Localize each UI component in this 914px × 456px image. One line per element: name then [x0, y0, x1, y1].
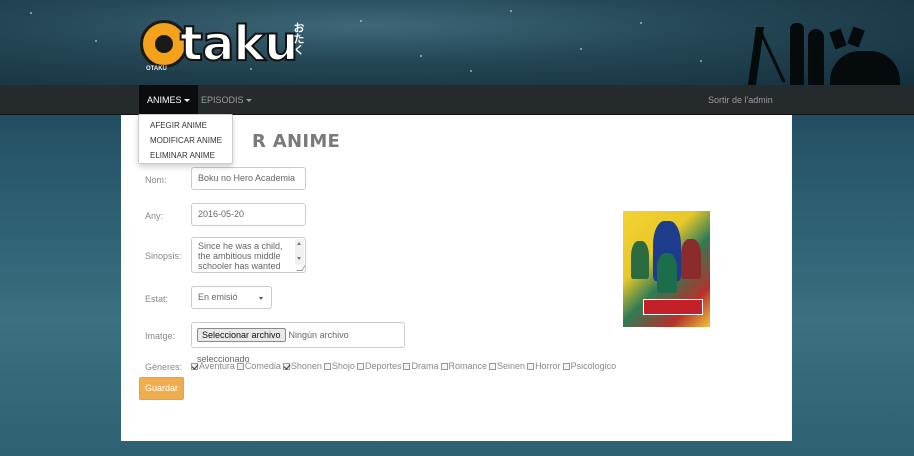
genre-checkbox-comedia[interactable]: Comedia	[236, 361, 281, 371]
genre-checkbox-shojo[interactable]: Shojo	[323, 361, 355, 371]
sinopsis-text: Since he was a child, the ambitious midd…	[198, 241, 283, 271]
animes-dropdown-menu: AFEGIR ANIME MODIFICAR ANIME ELIMINAR AN…	[138, 114, 233, 164]
genre-label: Horror	[535, 361, 561, 371]
menu-item-modificar-anime[interactable]: MODIFICAR ANIME	[139, 133, 232, 148]
genre-checkbox-seinen[interactable]: Seinen	[489, 361, 525, 371]
imatge-file-input[interactable]: Seleccionar archivo Ningún archivo selecc…	[191, 322, 405, 364]
checkbox-icon[interactable]	[562, 363, 570, 370]
checkbox-icon[interactable]	[191, 363, 198, 370]
checkbox-icon[interactable]	[356, 363, 364, 370]
nom-input[interactable]: Boku no Hero Academia	[191, 167, 306, 190]
genre-checkbox-deportes[interactable]: Deportes	[356, 361, 402, 371]
imatge-label: Imatge:	[145, 331, 176, 341]
logo-subtext: OTAKU	[146, 66, 167, 72]
sinopsis-label: Sinopsis:	[145, 251, 182, 261]
genre-checkbox-horror[interactable]: Horror	[527, 361, 561, 371]
genre-label: Comedia	[244, 361, 281, 371]
otaku-logo[interactable]: taku おたく OTAKU	[140, 15, 310, 74]
genre-label: Romance	[448, 361, 488, 371]
caret-down-icon	[183, 99, 190, 103]
nav-episodis-dropdown[interactable]: EPISODIS	[193, 85, 260, 115]
genre-checkbox-shonen[interactable]: Shonen	[282, 361, 322, 371]
logout-link[interactable]: Sortir de l'admin	[700, 85, 781, 115]
nav-animes-label: ANIMES	[147, 95, 182, 105]
select-file-button[interactable]: Seleccionar archivo	[197, 328, 286, 342]
estat-select[interactable]: En emisió	[191, 286, 272, 309]
genre-label: Seinen	[497, 361, 526, 371]
nom-label: Nom:	[145, 175, 167, 185]
scroll-up-icon[interactable]	[297, 242, 301, 245]
logo-kana: おたく	[292, 22, 304, 55]
any-date-input[interactable]: 2016-05-20	[191, 203, 306, 226]
page-title: R ANIME	[252, 131, 341, 152]
header-banner: taku おたく OTAKU	[0, 0, 914, 85]
menu-item-eliminar-anime[interactable]: ELIMINAR ANIME	[139, 148, 232, 163]
genres-checkbox-group: Aventura Comedia Shonen Shojo Deportes Drama R…	[191, 361, 618, 371]
genre-checkbox-drama[interactable]: Drama	[403, 361, 439, 371]
genre-checkbox-psicologico[interactable]: Psicologico	[562, 361, 617, 371]
checkbox-icon[interactable]	[440, 363, 448, 370]
menu-item-afegir-anime[interactable]: AFEGIR ANIME	[139, 118, 232, 133]
anime-poster-image	[623, 211, 710, 327]
checkbox-icon[interactable]	[323, 363, 331, 370]
any-label: Any:	[145, 211, 164, 221]
chevron-down-icon	[259, 297, 263, 300]
textarea-scrollbar[interactable]	[295, 239, 304, 265]
genre-label: Deportes	[364, 361, 402, 371]
genre-label: Psicologico	[570, 361, 617, 371]
sinopsis-textarea[interactable]: Since he was a child, the ambitious midd…	[191, 237, 306, 273]
checkbox-icon[interactable]	[403, 363, 411, 370]
genre-label: Shojo	[331, 361, 355, 371]
save-button[interactable]: Guardar	[139, 377, 184, 400]
estat-selected-value: En emisió	[198, 292, 238, 302]
genre-checkbox-romance[interactable]: Romance	[440, 361, 488, 371]
checkbox-icon[interactable]	[527, 363, 535, 370]
checkbox-icon[interactable]	[236, 363, 244, 370]
generes-label: Gèneres:	[145, 362, 183, 372]
genre-checkbox-aventura[interactable]: Aventura	[191, 361, 235, 371]
top-navbar: ANIMES EPISODIS Sortir de l'admin	[0, 85, 914, 115]
genre-label: Aventura	[199, 361, 235, 371]
checkbox-icon[interactable]	[489, 363, 497, 370]
estat-label: Estat:	[145, 294, 169, 304]
caret-down-icon	[245, 99, 252, 103]
nav-animes-dropdown[interactable]: ANIMES	[139, 85, 198, 115]
genre-label: Drama	[411, 361, 439, 371]
logo-text: taku	[179, 15, 299, 73]
nav-episodis-label: EPISODIS	[201, 95, 244, 105]
scroll-down-icon[interactable]	[297, 257, 301, 260]
checkbox-icon[interactable]	[282, 363, 290, 370]
genre-label: Shonen	[290, 361, 322, 371]
resize-handle-icon[interactable]	[296, 265, 305, 271]
